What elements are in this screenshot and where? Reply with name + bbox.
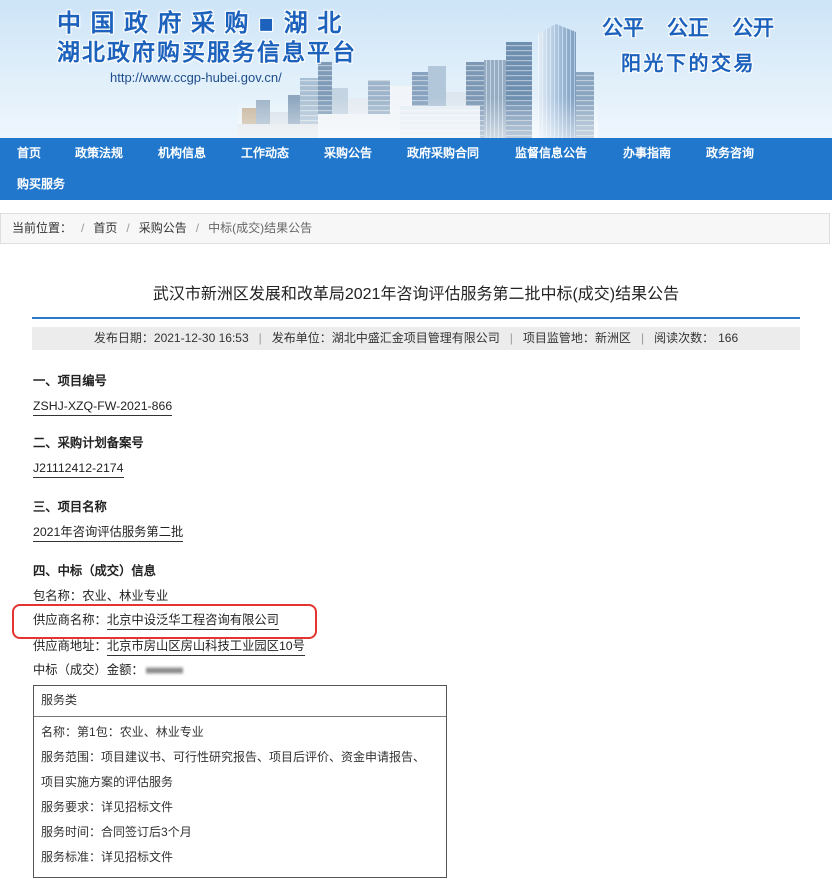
package-label: 包名称： xyxy=(33,589,83,603)
supplier-address-row: 供应商地址：北京市房山区房山科技工业园区10号 xyxy=(33,638,305,656)
breadcrumb-procurement-notices-link[interactable]: 采购公告 xyxy=(139,221,187,235)
supplier-address-value: 北京市房山区房山科技工业园区10号 xyxy=(106,638,305,656)
project-name-value: 2021年咨询评估服务第二批 xyxy=(33,524,184,542)
site-url: http://www.ccgp-hubei.gov.cn/ xyxy=(110,70,282,85)
service-row-value: 合同签订后3个月 xyxy=(101,825,192,839)
publish-date: 2021-12-30 16:53 xyxy=(153,331,249,345)
nav-item-home[interactable]: 首页 xyxy=(17,145,41,161)
publish-date-label: 发布日期： xyxy=(93,331,154,345)
service-row-requirements: 服务要求：详见招标文件 xyxy=(41,795,431,820)
views-label: 阅读次数： xyxy=(654,331,715,345)
region: 新洲区 xyxy=(594,331,631,345)
package-row: 包名称：农业、林业专业 xyxy=(33,588,168,604)
view-count: 166 xyxy=(718,331,739,345)
publisher: 湖北中盛汇金项目管理有限公司 xyxy=(331,331,500,345)
service-table-body: 名称：第1包：农业、林业专业 服务范围：项目建议书、可行性研究报告、项目后评价、… xyxy=(34,717,446,870)
nav-item-service-guide[interactable]: 办事指南 xyxy=(623,145,671,161)
nav-item-policies[interactable]: 政策法规 xyxy=(75,145,123,161)
nav-item-work-news[interactable]: 工作动态 xyxy=(241,145,289,161)
nav-item-agencies[interactable]: 机构信息 xyxy=(158,145,206,161)
tagline: 阳光下的交易 xyxy=(621,51,756,75)
breadcrumb: 当前位置： / 首页 / 采购公告 / 中标(成交)结果公告 xyxy=(0,213,830,244)
service-row-label: 服务范围： xyxy=(41,750,102,764)
breadcrumb-current-page: 中标(成交)结果公告 xyxy=(208,221,313,235)
main-nav: 首页 政策法规 机构信息 工作动态 采购公告 政府采购合同 监督信息公告 办事指… xyxy=(0,138,832,200)
service-row-name: 名称：第1包：农业、林业专业 xyxy=(41,720,431,745)
service-table-header: 服务类 xyxy=(34,686,446,717)
supplier-row: 供应商名称：北京中设泛华工程咨询有限公司 xyxy=(33,612,279,630)
plan-number-value: J21112412-2174 xyxy=(33,460,124,478)
breadcrumb-label: 当前位置： xyxy=(12,221,73,235)
nav-item-procurement-contracts[interactable]: 政府采购合同 xyxy=(407,145,479,161)
service-row-label: 服务时间： xyxy=(41,825,102,839)
nav-item-procurement-notices[interactable]: 采购公告 xyxy=(324,145,372,161)
service-row-value: 详见招标文件 xyxy=(101,850,174,864)
slogan: 公平 公正 公开 xyxy=(602,14,774,42)
meta-separator: | xyxy=(640,331,645,345)
title-divider xyxy=(32,317,800,319)
supplier-label: 供应商名称： xyxy=(33,613,107,627)
redacted-amount xyxy=(145,667,183,675)
breadcrumb-separator: / xyxy=(81,221,85,235)
slogan-justice: 公正 xyxy=(667,16,709,40)
plan-number-row: J21112412-2174 xyxy=(33,460,124,478)
service-row-label: 名称： xyxy=(41,725,78,739)
publisher-label: 发布单位： xyxy=(271,331,332,345)
breadcrumb-separator: / xyxy=(126,221,130,235)
section-heading-plan-number: 二、采购计划备案号 xyxy=(33,436,144,450)
project-number-row: ZSHJ-XZQ-FW-2021-866 xyxy=(33,398,173,416)
project-number-value: ZSHJ-XZQ-FW-2021-866 xyxy=(33,398,173,416)
nav-item-consultation[interactable]: 政务咨询 xyxy=(706,145,754,161)
service-row-standard: 服务标准：详见招标文件 xyxy=(41,845,431,870)
supplier-value: 北京中设泛华工程咨询有限公司 xyxy=(106,612,279,630)
section-heading-project-number: 一、项目编号 xyxy=(33,374,107,388)
site-title-secondary: 湖北政府购买服务信息平台 xyxy=(57,40,357,66)
section-heading-award-info: 四、中标（成交）信息 xyxy=(33,564,156,578)
article-meta-bar: 发布日期：2021-12-30 16:53 | 发布单位：湖北中盛汇金项目管理有限公… xyxy=(32,327,800,350)
service-detail-table: 服务类 名称：第1包：农业、林业专业 服务范围：项目建议书、可行性研究报告、项目… xyxy=(33,685,447,878)
site-title-primary: 中国政府采购▪湖北 xyxy=(57,9,351,37)
award-amount-label: 中标（成交）金额： xyxy=(33,663,144,677)
nav-item-service-purchase[interactable]: 购买服务 xyxy=(17,176,65,192)
meta-separator: | xyxy=(258,331,262,345)
region-label: 项目监管地： xyxy=(522,331,595,345)
service-row-label: 服务标准： xyxy=(41,850,102,864)
project-name-row: 2021年咨询评估服务第二批 xyxy=(33,524,184,542)
service-row-label: 服务要求： xyxy=(41,800,102,814)
breadcrumb-separator: / xyxy=(195,221,200,235)
service-row-value: 第1包：农业、林业专业 xyxy=(77,725,204,739)
breadcrumb-home-link[interactable]: 首页 xyxy=(93,221,117,235)
service-row-value: 详见招标文件 xyxy=(101,800,174,814)
slogan-openness: 公开 xyxy=(732,16,774,40)
supplier-address-label: 供应商地址： xyxy=(33,639,107,653)
slogan-fairness: 公平 xyxy=(602,16,644,40)
service-row-scope: 服务范围：项目建议书、可行性研究报告、项目后评价、资金申请报告、项目实施方案的评… xyxy=(41,745,431,795)
package-value: 农业、林业专业 xyxy=(82,589,169,603)
article-title: 武汉市新洲区发展和改革局2021年咨询评估服务第二批中标(成交)结果公告 xyxy=(152,286,680,303)
service-row-duration: 服务时间：合同签订后3个月 xyxy=(41,820,431,845)
section-heading-project-name: 三、项目名称 xyxy=(33,500,107,514)
meta-separator: | xyxy=(509,331,513,345)
nav-item-supervision-notices[interactable]: 监督信息公告 xyxy=(515,145,587,161)
award-amount-row: 中标（成交）金额： xyxy=(33,662,183,678)
skyline-haze xyxy=(238,98,598,138)
site-banner: 中国政府采购▪湖北 湖北政府购买服务信息平台 http://www.ccgp-h… xyxy=(0,0,832,138)
